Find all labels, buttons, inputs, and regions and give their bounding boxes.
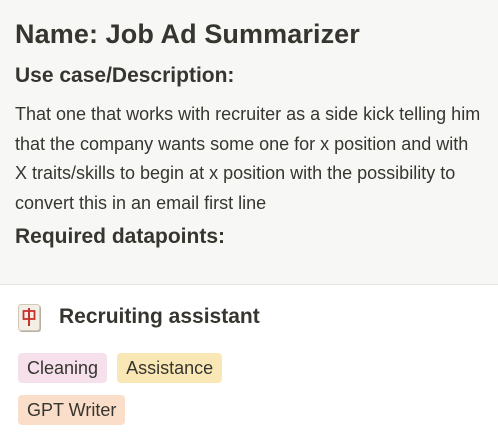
tag-assistance: Assistance	[117, 353, 223, 383]
mahjong-red-dragon-icon	[18, 303, 40, 331]
preview-section-heading: Use case/Description:	[15, 64, 235, 87]
card-title: Recruiting assistant	[59, 305, 260, 328]
preview-title: Name: Job Ad Summarizer	[15, 19, 360, 49]
tag-gpt-writer: GPT Writer	[18, 395, 126, 425]
tag-list: Cleaning Assistance GPT Writer	[18, 353, 318, 425]
preview-description: That one that works with recruiter as a …	[15, 104, 481, 213]
tag-cleaning: Cleaning	[18, 353, 108, 383]
preview-next-heading: Required datapoints:	[15, 225, 226, 248]
card-body: Recruiting assistant Cleaning Assistance…	[0, 284, 498, 433]
card-title-row[interactable]: Recruiting assistant	[18, 303, 260, 331]
card-preview: Name: Job Ad Summarizer Use case/Descrip…	[0, 0, 498, 284]
